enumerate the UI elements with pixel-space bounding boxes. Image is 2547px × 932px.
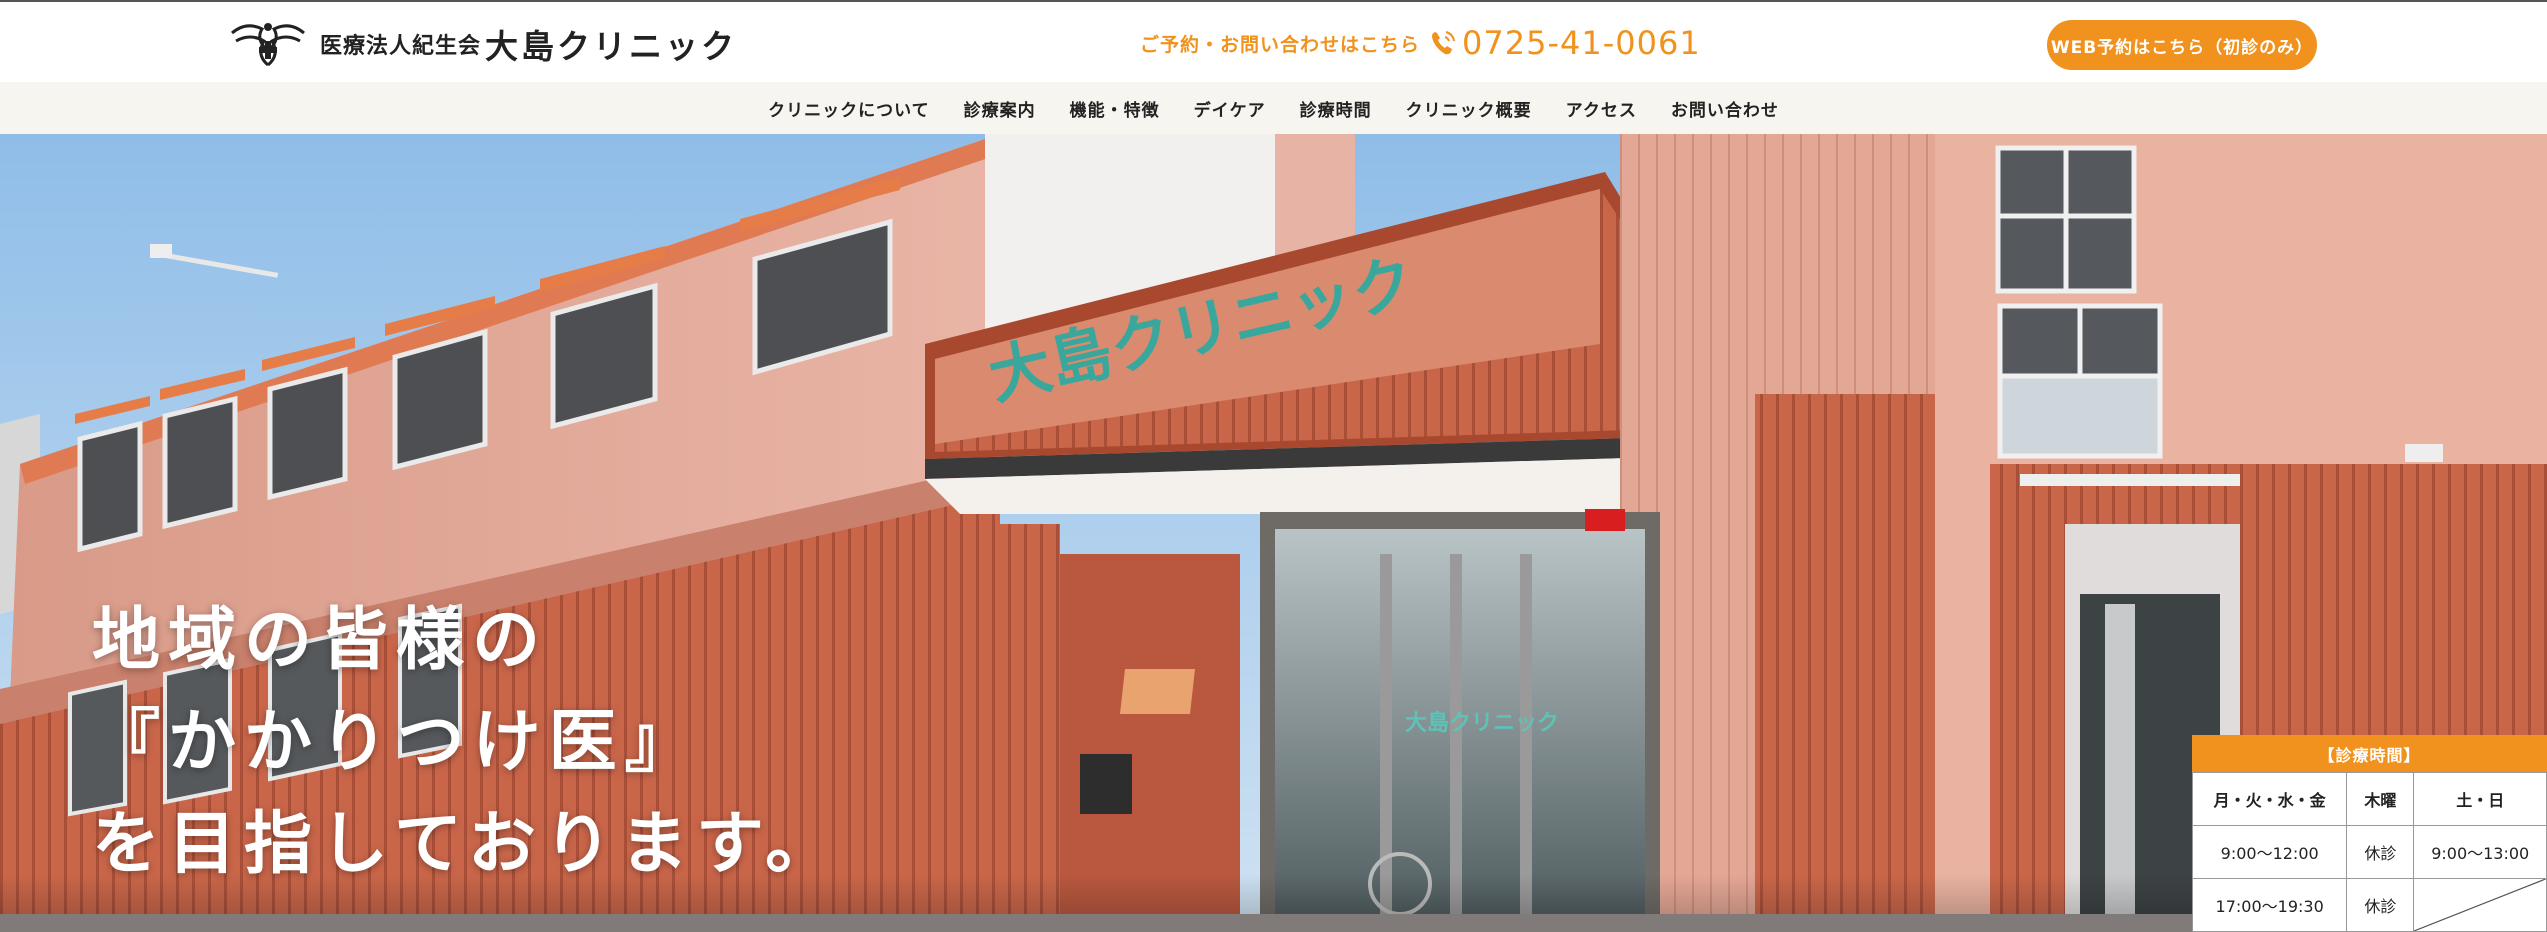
hours-cell: 休診 xyxy=(2346,825,2415,879)
nav-item-access[interactable]: アクセス xyxy=(1549,96,1654,121)
contact-label: ご予約・お問い合わせはこちら xyxy=(1140,33,1421,56)
hero-line-3: を目指しております。 xyxy=(92,805,842,884)
nav-item-hours[interactable]: 診療時間 xyxy=(1283,96,1389,121)
hero-section: 大島クリニック 大島クリニック 地域の皆様の 『かかりつけ医』 を目指しておりま… xyxy=(0,134,2547,932)
phone-icon xyxy=(1432,31,1456,55)
logo-mark-icon xyxy=(231,23,305,67)
main-nav: クリニックについて 診療案内 機能・特徴 デイケア 診療時間 クリニック概要 ア… xyxy=(0,82,2547,134)
phone-number[interactable]: 0725-41-0061 xyxy=(1462,24,1701,62)
nav-item-contact[interactable]: お問い合わせ xyxy=(1654,96,1796,121)
consultation-hours-table: 【診療時間】 月・火・水・金 木曜 土・日 9:00〜12:00 休診 9:00… xyxy=(2191,735,2547,932)
hours-cell: 17:00〜19:30 xyxy=(2191,878,2348,932)
hours-cell: 9:00〜13:00 xyxy=(2413,825,2547,879)
door-sign: 大島クリニック xyxy=(1405,710,1559,736)
nav-item-features[interactable]: 機能・特徴 xyxy=(1053,96,1177,121)
contact-info: ご予約・お問い合わせはこちら 0725-41-0061 xyxy=(1140,24,1701,62)
hours-grid: 月・火・水・金 木曜 土・日 9:00〜12:00 休診 9:00〜13:00 … xyxy=(2191,772,2547,932)
hours-header-thursday: 木曜 xyxy=(2346,772,2415,826)
hours-header-weekend: 土・日 xyxy=(2413,772,2547,826)
logo-title: 大島クリニック xyxy=(485,27,738,66)
hours-cell: 休診 xyxy=(2346,878,2415,932)
nav-item-daycare[interactable]: デイケア xyxy=(1177,96,1283,121)
hero-line-2: 『かかりつけ医』 xyxy=(92,703,701,782)
nav-item-overview[interactable]: クリニック概要 xyxy=(1389,96,1549,121)
hero-line-1: 地域の皆様の xyxy=(92,601,549,680)
hours-cell: 9:00〜12:00 xyxy=(2191,825,2348,879)
hours-title: 【診療時間】 xyxy=(2192,735,2547,772)
nav-item-services[interactable]: 診療案内 xyxy=(947,96,1053,121)
web-reservation-button[interactable]: WEB予約はこちら（初診のみ） xyxy=(2047,20,2317,70)
diagonal-line-icon xyxy=(2414,879,2546,931)
hours-cell-closed-diagonal xyxy=(2413,878,2547,932)
site-header: 医療法人紀生会 大島クリニック ご予約・お問い合わせはこちら 0725-41-0… xyxy=(0,0,2547,82)
hero-tagline: 地域の皆様の 『かかりつけ医』 を目指しております。 xyxy=(92,590,841,896)
nav-item-about[interactable]: クリニックについて xyxy=(751,96,947,121)
clinic-logo[interactable]: 医療法人紀生会 大島クリニック xyxy=(226,18,737,70)
hours-header-weekdays: 月・火・水・金 xyxy=(2191,772,2348,826)
logo-small-text: 医療法人紀生会 xyxy=(320,34,482,59)
